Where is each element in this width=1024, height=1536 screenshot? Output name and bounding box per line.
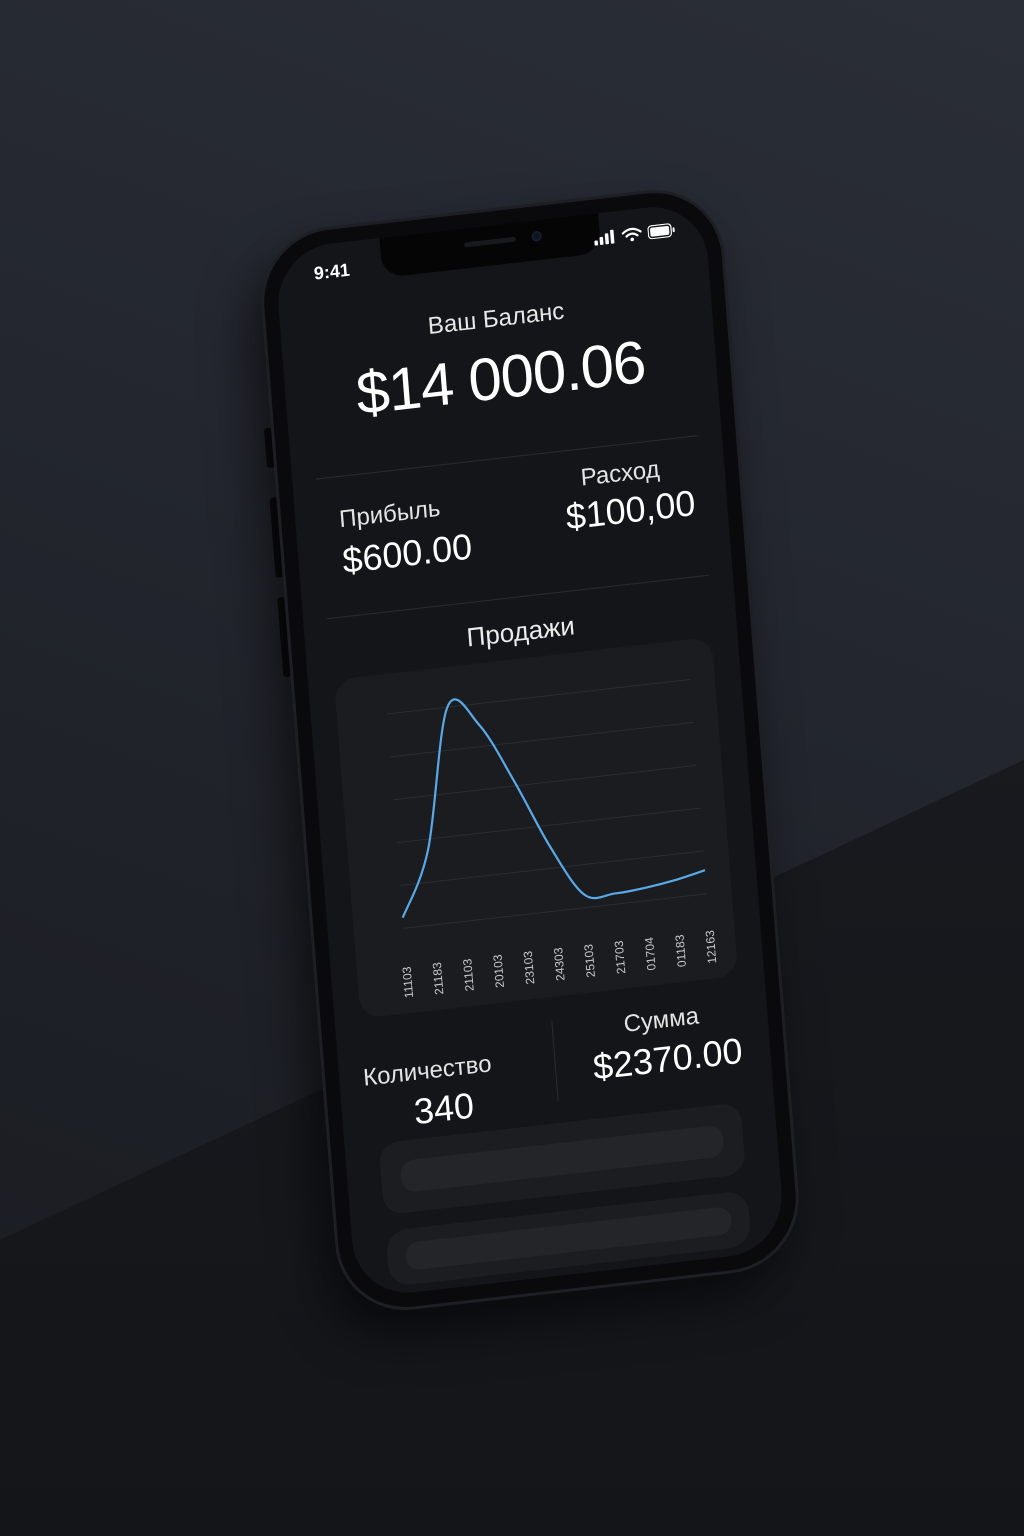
status-icons [594,222,677,246]
income-label: Прибыль [338,494,442,534]
income-amount: $600.00 [340,525,474,582]
x-tick-label: 25103 [581,943,598,978]
action-bar-button[interactable] [399,1124,725,1194]
x-tick-label: 23103 [521,950,538,985]
chart-gridline [400,850,704,886]
wifi-icon [621,227,642,242]
signal-icon [594,229,615,246]
x-tick-label: 01183 [672,934,688,968]
chart-gridline [403,893,707,929]
total-amount: $2370.00 [591,1029,744,1088]
battery-icon [647,223,675,240]
x-tick-label: 01704 [642,936,659,971]
notch [379,213,602,278]
phone-screen: 9:41 Ваш Баланс $14 000.06 Прибыль $600.… [273,201,787,1299]
divider-vertical [551,1021,559,1101]
quantity-label: Количество [362,1050,493,1092]
quantity-value: 340 [412,1084,476,1133]
sales-chart: 11103 21183 21103 20103 23103 24303 25103 21703… [333,636,739,1019]
chart-gridline [393,764,697,801]
x-tick-label: 21183 [430,961,446,995]
x-tick-label: 11103 [400,966,416,999]
chart-gridline [390,721,694,758]
x-tick-label: 20103 [490,953,507,988]
x-tick-label: 12163 [703,929,720,964]
total-label: Сумма [622,1002,700,1038]
x-tick-label: 21103 [460,958,476,992]
chart-gridline [386,678,690,715]
phone-frame: 9:41 Ваш Баланс $14 000.06 Прибыль $600.… [258,185,802,1315]
bottom-bar-button[interactable] [404,1205,733,1272]
chart-gridline [396,807,701,844]
front-camera [531,230,543,242]
status-time: 9:41 [313,259,351,284]
x-tick-label: 21703 [612,940,629,975]
sales-series-line [401,698,706,919]
phone-device: 9:41 Ваш Баланс $14 000.06 Прибыль $600.… [258,185,802,1315]
x-tick-label: 24303 [551,946,568,981]
sales-chart-svg: 11103 21183 21103 20103 23103 24303 25103 21703… [386,678,720,999]
speaker-grille [463,236,517,248]
